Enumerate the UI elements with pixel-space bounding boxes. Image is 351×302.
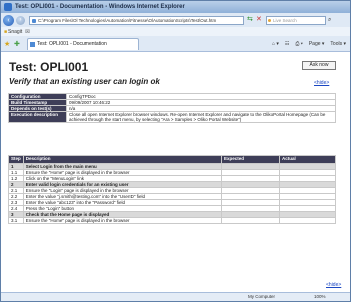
hide-link[interactable]: <hide> — [314, 80, 329, 86]
favorites-star-icon[interactable]: ★ — [4, 40, 12, 48]
stop-icon[interactable]: ✕ — [256, 16, 264, 24]
header-step: Step — [8, 155, 24, 164]
meta-row: Execution description Close all open Int… — [8, 111, 336, 123]
search-icon[interactable]: ⌕ — [328, 16, 336, 24]
header-expected: Expected — [221, 155, 280, 164]
address-input[interactable]: C:\Program Files\Ol Technologies\Automat… — [29, 15, 244, 25]
address-toolbar: ‹ › C:\Program Files\Ol Technologies\Aut… — [1, 13, 350, 27]
tab-documentation[interactable]: Test: OPLI001 - Documentation — [27, 37, 139, 50]
back-icon[interactable]: ‹ — [3, 14, 14, 26]
app-icon — [4, 3, 12, 11]
header-description: Description — [22, 155, 223, 164]
step-actual — [279, 217, 336, 224]
step-text: Ensure the "Home" page is displayed in t… — [22, 217, 223, 224]
add-favorites-icon[interactable]: ✚ — [14, 40, 22, 48]
page-title: Test: OPLI001 — [9, 60, 89, 74]
search-input[interactable]: Live Search — [266, 15, 326, 25]
header-actual: Actual — [279, 155, 336, 164]
step-number: 3.1 — [8, 217, 24, 224]
bottom-hide-link[interactable]: <hide> — [326, 282, 341, 288]
go-icon[interactable]: ⇆ — [247, 16, 255, 24]
step-expected — [221, 217, 280, 224]
zoom-level[interactable]: 100% — [314, 293, 326, 301]
page-menu[interactable]: Page ▾ — [309, 41, 325, 47]
snagit-icon: ■ — [4, 28, 8, 35]
meta-value: Close all open Internet Explorer browser… — [66, 111, 336, 123]
home-icon[interactable]: ⌂ ▾ — [272, 41, 279, 47]
tools-menu[interactable]: Tools ▾ — [330, 41, 346, 47]
print-icon[interactable]: ⎙ ▾ — [295, 41, 303, 47]
page-content: Test: OPLI001 Verify that an existing us… — [1, 52, 350, 292]
browser-window: Test: OPLI001 - Documentation - Windows … — [0, 0, 351, 302]
title-bar: Test: OPLI001 - Documentation - Windows … — [1, 1, 350, 13]
page-subtitle: Verify that an existing user can login o… — [9, 77, 160, 86]
links-extra[interactable]: ☒ — [25, 29, 29, 35]
steps-header-row: Step Description Expected Actual — [8, 155, 336, 164]
links-bar: ■ Snagit ☒ — [1, 27, 350, 36]
forward-icon[interactable]: › — [16, 15, 25, 25]
meta-key: Execution description — [8, 111, 67, 123]
command-bar: ⌂ ▾ ☷ ⎙ ▾ Page ▾ Tools ▾ — [272, 41, 350, 47]
status-bar: My Computer 100% — [1, 292, 350, 301]
table-row: 3.1 Ensure the "Home" page is displayed … — [8, 217, 336, 224]
tab-row: ★ ✚ Test: OPLI001 - Documentation ⌂ ▾ ☷ … — [1, 36, 350, 52]
ask-now-button[interactable]: Ask now — [302, 61, 336, 70]
meta-table: Configuration ConfigTPDoc Build Timestam… — [8, 93, 336, 123]
snagit-link[interactable]: Snagit — [8, 29, 22, 35]
zone-label: My Computer — [248, 294, 276, 299]
window-title: Test: OPLI001 - Documentation - Windows … — [15, 4, 185, 10]
steps-table: Step Description Expected Actual 1 Selec… — [8, 155, 336, 224]
feeds-icon[interactable]: ☷ — [285, 41, 289, 47]
